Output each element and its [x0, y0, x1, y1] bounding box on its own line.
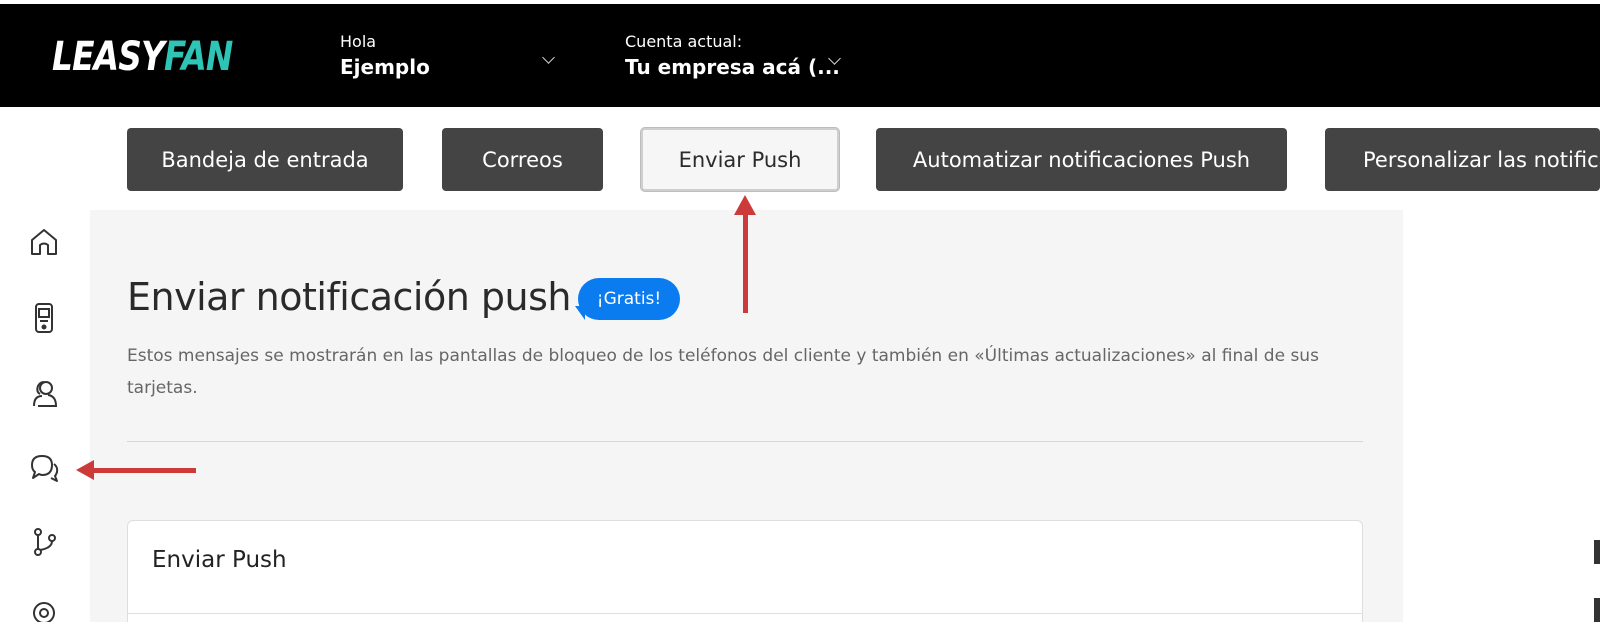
annotation-arrow-left-head [76, 460, 94, 480]
leasyfan-logo[interactable]: LEASYFAN [52, 34, 233, 80]
scroll-edge-mark [1594, 540, 1600, 564]
tab-personalizar-notificaciones[interactable]: Personalizar las notifica [1325, 128, 1600, 191]
page-title: Enviar notificación push [127, 275, 571, 319]
chevron-down-icon[interactable] [542, 51, 555, 64]
mobile-device-icon[interactable] [26, 300, 62, 336]
account-selector[interactable]: Cuenta actual: Tu empresa acá (... [625, 32, 840, 82]
page-description: Estos mensajes se mostrarán en las panta… [127, 346, 1319, 398]
users-icon[interactable] [26, 376, 62, 412]
app-page: LEASYFAN Hola Ejemplo Cuenta actual: Tu … [0, 0, 1600, 622]
card-divider [128, 613, 1362, 614]
annotation-arrow-left [92, 468, 196, 473]
scroll-edge-mark [1594, 598, 1600, 622]
annotation-arrow-up [743, 213, 748, 313]
account-name: Tu empresa acá (... [625, 55, 840, 79]
location-icon[interactable] [26, 598, 62, 622]
send-push-card: Enviar Push [127, 520, 1363, 622]
tab-bandeja-de-entrada[interactable]: Bandeja de entrada [127, 128, 403, 191]
user-menu[interactable]: Hola Ejemplo [340, 32, 430, 82]
user-name: Ejemplo [340, 55, 430, 79]
chat-icon[interactable] [26, 450, 62, 486]
card-title: Enviar Push [152, 547, 287, 573]
section-divider [127, 441, 1363, 442]
annotation-arrow-up-head [734, 195, 756, 215]
free-badge: ¡Gratis! [578, 278, 680, 320]
greeting-label: Hola [340, 32, 377, 51]
top-header: LEASYFAN Hola Ejemplo Cuenta actual: Tu … [0, 4, 1600, 107]
tab-correos[interactable]: Correos [442, 128, 603, 191]
flow-icon[interactable] [26, 524, 62, 560]
tab-automatizar-notificaciones-push[interactable]: Automatizar notificaciones Push [876, 128, 1287, 191]
account-label: Cuenta actual: [625, 32, 743, 51]
home-icon[interactable] [26, 224, 62, 260]
tab-enviar-push[interactable]: Enviar Push [641, 128, 839, 191]
